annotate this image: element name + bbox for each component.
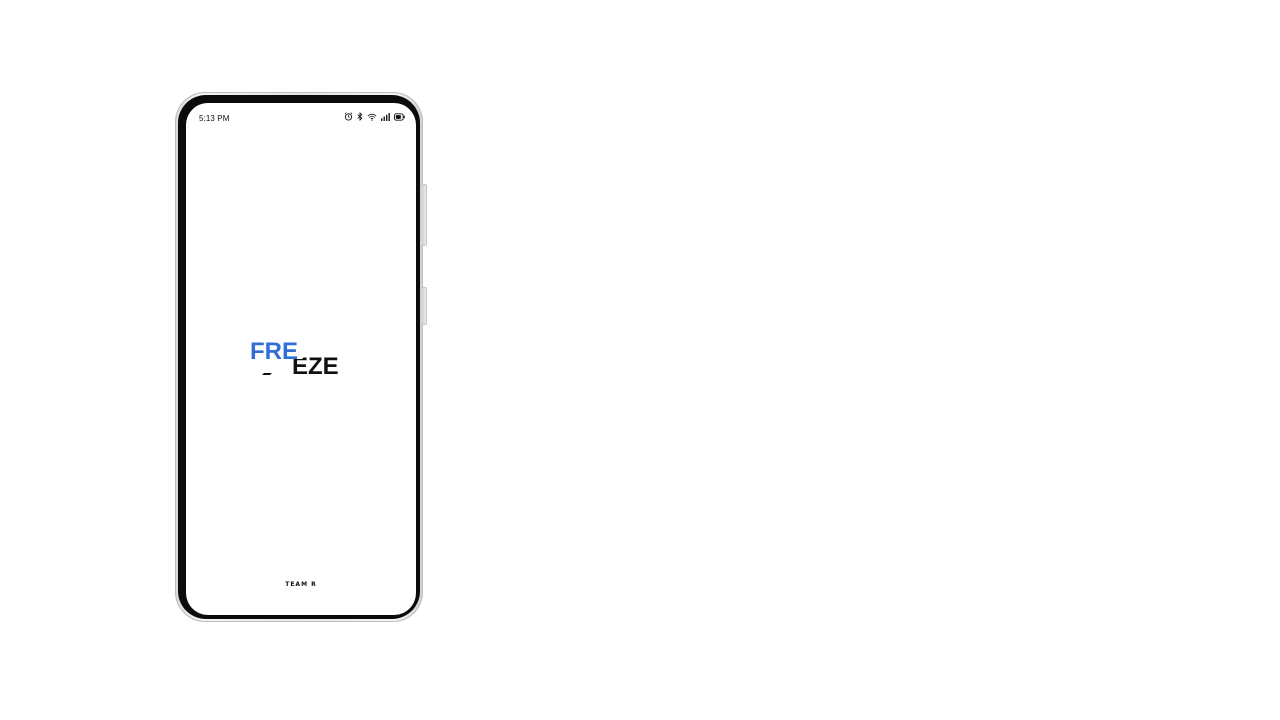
status-time: 5:13 PM [199,114,230,123]
logo-bottom-text: EZE [292,353,339,377]
phone-screen: 5:13 PM FRE EZE TEAM R [186,103,416,615]
power-button [422,287,427,325]
freeze-logo: FRE EZE [250,337,340,377]
status-icons [344,112,405,121]
phone-bezel: 5:13 PM FRE EZE TEAM R [178,95,420,619]
alarm-icon [344,112,353,121]
signal-icon [381,112,390,121]
wifi-icon [367,113,377,121]
phone-mockup: 5:13 PM FRE EZE TEAM R [175,92,427,622]
desktop-canvas: 5:13 PM FRE EZE TEAM R [0,0,1280,720]
status-bar: 5:13 PM [186,103,416,127]
volume-button [422,184,427,246]
battery-icon [394,112,405,121]
team-brand-label: TEAM R [285,581,317,588]
logo-accent-stroke [262,373,272,375]
bluetooth-icon [357,112,363,121]
logo-top-text: FRE [250,338,298,365]
